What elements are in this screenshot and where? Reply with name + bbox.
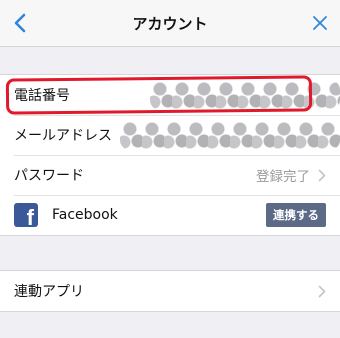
close-button[interactable] xyxy=(306,9,334,37)
page-title: アカウント xyxy=(132,15,208,33)
password-status: 登録完了 xyxy=(256,169,310,185)
linked-apps-row[interactable]: 連動アプリ xyxy=(0,271,340,311)
facebook-logo-icon: f xyxy=(14,203,38,229)
facebook-row: f Facebook 連携する xyxy=(0,195,340,235)
linked-apps-label: 連動アプリ xyxy=(14,284,84,300)
email-address-row[interactable]: メールアドレス xyxy=(0,115,340,155)
navigation-bar: アカウント xyxy=(0,0,340,47)
chevron-right-icon xyxy=(318,169,326,181)
redacted-email-address xyxy=(120,120,340,150)
account-settings-group: 電話番号 メールアドレス パスワード 登録完了 f Facebook 連携する xyxy=(0,74,340,236)
password-label: パスワード xyxy=(14,168,84,184)
phone-number-row[interactable]: 電話番号 xyxy=(0,75,340,115)
chevron-right-icon xyxy=(318,285,326,297)
close-icon xyxy=(313,16,327,30)
facebook-link-button[interactable]: 連携する xyxy=(266,203,326,227)
highlight-annotation xyxy=(5,75,313,115)
facebook-label: Facebook xyxy=(52,207,118,223)
email-address-label: メールアドレス xyxy=(14,128,112,144)
password-row[interactable]: パスワード 登録完了 xyxy=(0,155,340,195)
linked-apps-group: 連動アプリ xyxy=(0,270,340,312)
